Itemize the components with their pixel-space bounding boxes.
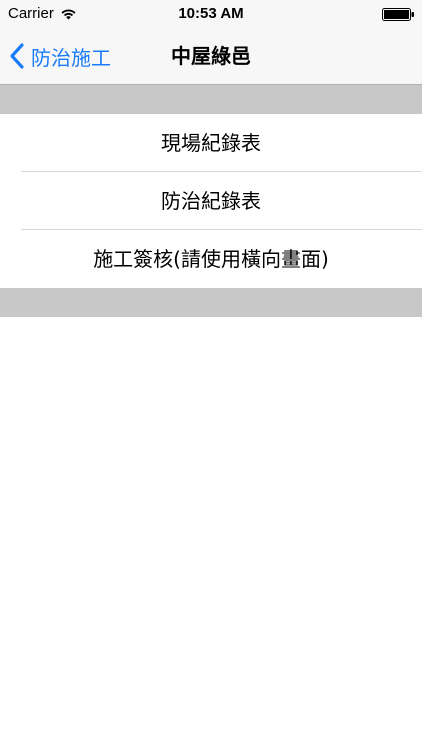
back-button-label: 防治施工 [31, 45, 111, 70]
status-clock: 10:53 AM [178, 5, 244, 22]
menu-item-prevention-record[interactable]: 防治紀錄表 [0, 172, 422, 230]
page-title: 中屋綠邑 [171, 44, 251, 68]
section-header [0, 85, 422, 114]
menu-item-label: 現場紀錄表 [161, 131, 261, 155]
menu-item-construction-signoff[interactable]: 施工簽核(請使用橫向畫面) [0, 230, 422, 288]
menu-list: 現場紀錄表 防治紀錄表 施工簽核(請使用橫向畫面) [0, 114, 422, 288]
back-button[interactable]: 防治施工 [9, 28, 111, 84]
menu-item-label: 施工簽核(請使用橫向畫面) [93, 247, 329, 271]
chevron-left-icon [10, 43, 24, 69]
empty-content-area [0, 317, 422, 750]
menu-item-label: 防治紀錄表 [161, 189, 261, 213]
menu-item-site-record[interactable]: 現場紀錄表 [0, 114, 422, 172]
navigation-bar: 防治施工 中屋綠邑 [0, 28, 422, 85]
status-bar: Carrier 10:53 AM [0, 0, 422, 28]
battery-icon [382, 8, 414, 21]
section-footer [0, 288, 422, 317]
